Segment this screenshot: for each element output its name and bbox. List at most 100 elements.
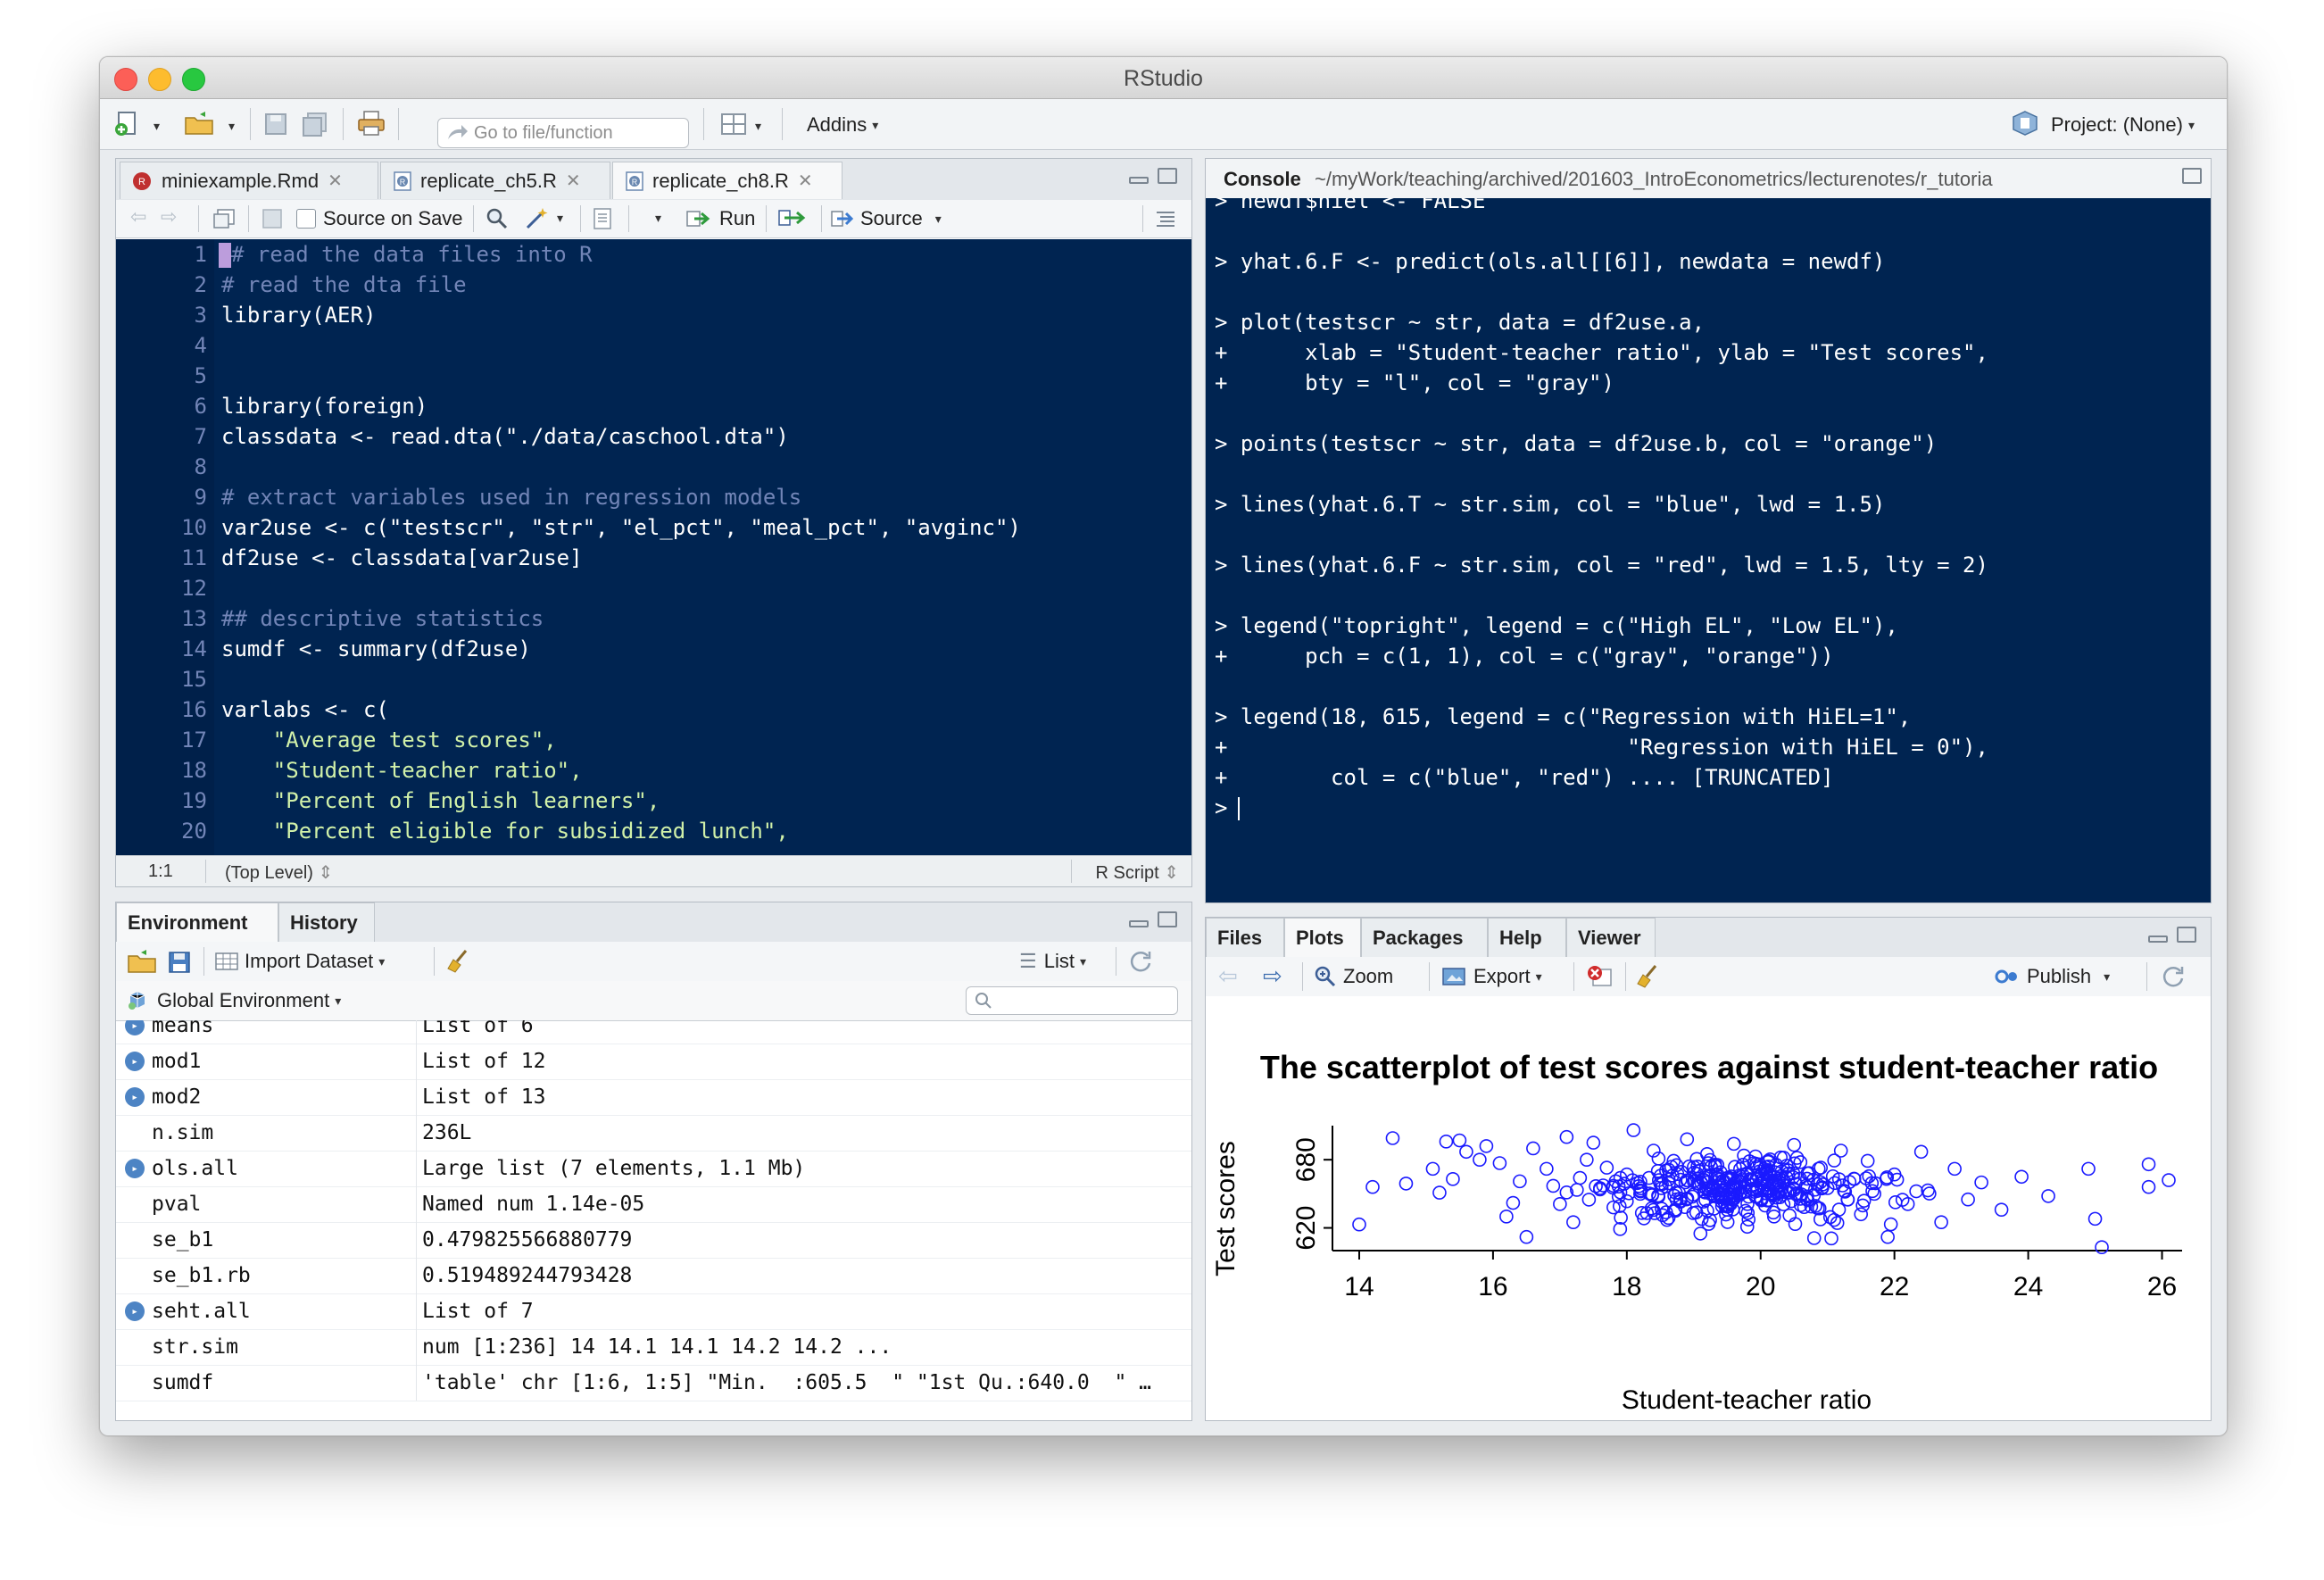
save-icon[interactable]: [261, 110, 291, 138]
go-to-file-input[interactable]: Go to file/function: [437, 118, 689, 148]
tab-files[interactable]: Files: [1206, 918, 1284, 957]
tab-viewer[interactable]: Viewer: [1566, 918, 1656, 957]
back-arrow-icon[interactable]: ⇦: [130, 205, 146, 229]
expand-icon[interactable]: ▸: [125, 1052, 145, 1071]
file-type-selector[interactable]: R Script ⇕: [1096, 861, 1179, 884]
new-file-icon[interactable]: [111, 108, 145, 138]
magic-wand-icon[interactable]: [523, 205, 550, 232]
tab-replicate-ch5[interactable]: R replicate_ch5.R ✕: [380, 162, 610, 199]
env-row[interactable]: n.sim 236L: [116, 1115, 1191, 1152]
refresh-icon[interactable]: [1126, 947, 1155, 976]
minimize-pane-icon[interactable]: [2148, 936, 2168, 943]
forward-arrow-icon[interactable]: ⇨: [161, 205, 177, 229]
print-icon[interactable]: [353, 108, 389, 138]
tab-help[interactable]: Help: [1488, 918, 1566, 957]
env-row[interactable]: sumdf 'table' chr [1:6, 1:5] "Min. :605.5…: [116, 1365, 1191, 1401]
environment-search-input[interactable]: [966, 986, 1178, 1015]
expand-icon[interactable]: ▸: [125, 1301, 145, 1321]
maximize-pane-icon[interactable]: [1158, 911, 1177, 927]
data-point: [1961, 1192, 1975, 1207]
env-row[interactable]: se_b1 0.479825566880779: [116, 1222, 1191, 1259]
close-icon[interactable]: ✕: [566, 170, 581, 192]
previous-plot-icon[interactable]: ⇦: [1218, 962, 1238, 990]
load-workspace-icon[interactable]: [125, 947, 161, 976]
grid-layout-icon[interactable]: [718, 110, 750, 138]
chevron-down-icon[interactable]: ▾: [755, 119, 761, 134]
source-button[interactable]: Source ▾: [830, 205, 942, 232]
data-point: [1365, 1179, 1380, 1194]
env-row[interactable]: ▸ mod2 List of 13: [116, 1079, 1191, 1116]
env-row[interactable]: ▸ means List of 6: [116, 1020, 1191, 1044]
run-button[interactable]: Run: [685, 205, 755, 232]
data-point: [1452, 1133, 1467, 1148]
title-bar: RStudio: [100, 57, 2227, 99]
expand-icon[interactable]: ▸: [125, 1159, 145, 1178]
tab-miniexample[interactable]: R miniexample.Rmd ✕: [120, 162, 378, 199]
next-plot-icon[interactable]: ⇨: [1263, 962, 1282, 990]
env-row[interactable]: pval Named num 1.14e-05: [116, 1186, 1191, 1223]
env-row[interactable]: ▸ ols.all Large list (7 elements, 1.1 Mb): [116, 1151, 1191, 1187]
open-folder-icon[interactable]: [180, 108, 218, 138]
chevron-down-icon[interactable]: ▾: [154, 119, 160, 134]
broom-icon[interactable]: [444, 947, 473, 976]
working-directory-path[interactable]: ~/myWork/teaching/archived/201603_IntroE…: [1315, 168, 1993, 191]
env-row[interactable]: ▸ mod1 List of 12: [116, 1044, 1191, 1080]
outline-icon[interactable]: [1153, 207, 1178, 230]
expand-icon[interactable]: ▸: [125, 1020, 145, 1035]
line-number: 1: [194, 242, 207, 267]
remove-plot-icon[interactable]: [1584, 962, 1616, 991]
minimize-pane-icon[interactable]: [1129, 920, 1149, 927]
tab-environment[interactable]: Environment: [116, 902, 278, 942]
compile-report-icon[interactable]: [589, 205, 616, 232]
env-row[interactable]: str.sim num [1:236] 14 14.1 14.1 14.2 14.…: [116, 1329, 1191, 1366]
addins-menu[interactable]: Addins ▾: [807, 112, 878, 138]
zoom-button[interactable]: Zoom: [1313, 963, 1393, 990]
import-dataset-menu[interactable]: Import Dataset ▾: [214, 948, 385, 975]
project-menu[interactable]: Project: (None) ▾: [2051, 112, 2195, 138]
search-icon[interactable]: [484, 205, 510, 232]
code-editor[interactable]: 1 # read the data files into R 2 # read th…: [116, 239, 1191, 855]
publish-menu[interactable]: Publish ▾: [1995, 963, 2110, 990]
tab-replicate-ch8[interactable]: R replicate_ch8.R ✕: [612, 162, 842, 199]
close-icon[interactable]: ✕: [798, 170, 813, 192]
global-environment-menu[interactable]: Global Environment ▾: [127, 987, 341, 1014]
checkbox-box[interactable]: [296, 209, 316, 229]
console-tab[interactable]: Console: [1224, 168, 1301, 191]
tab-plots[interactable]: Plots: [1284, 918, 1361, 957]
save-icon[interactable]: [259, 205, 286, 232]
chevron-down-icon[interactable]: ▾: [228, 119, 235, 134]
env-row[interactable]: ▸ seht.all List of 7: [116, 1293, 1191, 1330]
minimize-pane-icon[interactable]: [1129, 177, 1149, 184]
source-on-save-label: Source on Save: [323, 207, 463, 229]
rerun-icon[interactable]: [776, 205, 810, 232]
close-icon[interactable]: ✕: [328, 170, 343, 192]
console-output[interactable]: > newdf$hiel <- FALSE > yhat.6.F <- pred…: [1206, 198, 2211, 902]
chevron-down-icon[interactable]: ▾: [557, 211, 563, 226]
save-all-icon[interactable]: [298, 110, 332, 138]
env-row[interactable]: se_b1.rb 0.519489244793428: [116, 1258, 1191, 1294]
data-point: [1526, 1141, 1540, 1156]
show-in-window-icon[interactable]: [211, 205, 237, 232]
maximize-pane-icon[interactable]: [2177, 927, 2196, 943]
maximize-pane-icon[interactable]: [2182, 168, 2202, 184]
source-on-save-checkbox[interactable]: Source on Save: [296, 205, 463, 232]
data-point: [1399, 1177, 1414, 1191]
console-prompt[interactable]: >: [1215, 793, 1241, 823]
x-axis-label: Student-teacher ratio: [1622, 1385, 1872, 1415]
maximize-pane-icon[interactable]: [1158, 168, 1177, 184]
tab-history[interactable]: History: [278, 902, 375, 942]
export-menu[interactable]: Export ▾: [1440, 963, 1542, 990]
clear-plots-icon[interactable]: [1634, 962, 1663, 991]
expand-icon[interactable]: ▸: [125, 1087, 145, 1107]
run-label: Run: [719, 207, 756, 229]
refresh-icon[interactable]: [2159, 962, 2187, 991]
tab-packages[interactable]: Packages: [1361, 918, 1488, 957]
code-line: "Average test scores",: [221, 728, 557, 753]
line-number: 11: [181, 545, 207, 570]
data-point: [1787, 1137, 1802, 1152]
view-mode-menu[interactable]: ☰ List ▾: [1019, 948, 1086, 975]
data-point: [2014, 1169, 2029, 1185]
scope-selector[interactable]: (Top Level) ⇕: [225, 861, 333, 884]
chevron-down-icon[interactable]: ▾: [655, 211, 661, 226]
save-workspace-icon[interactable]: [166, 949, 193, 976]
